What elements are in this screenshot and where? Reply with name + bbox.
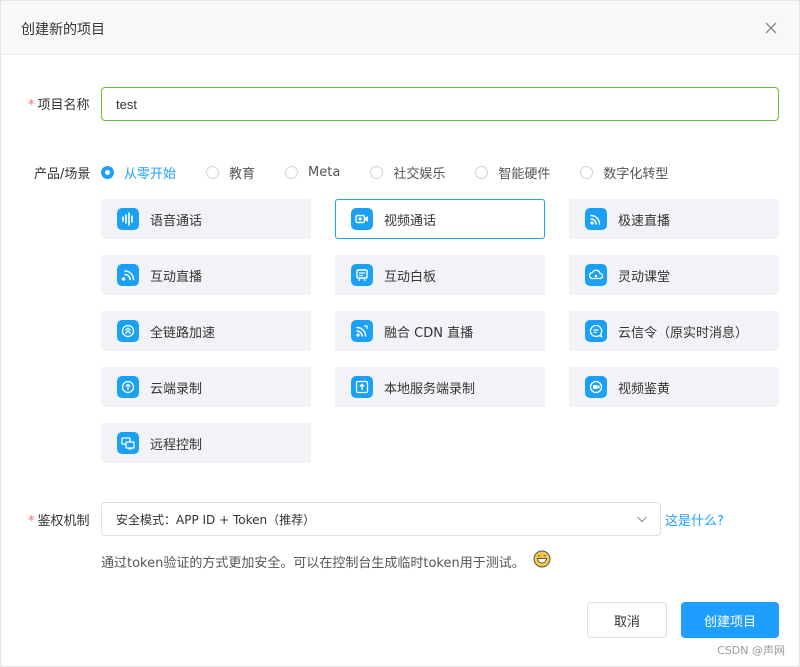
classroom-icon [585, 264, 607, 286]
radio-label: 智能硬件 [498, 166, 551, 182]
product-card-acceleration[interactable]: 全链路加速 [101, 311, 311, 351]
auth-help-link[interactable]: 这是什么? [665, 510, 724, 529]
product-grid: 语音通话 视频通话 极速直播 互动直播 互动白板 灵动课堂 全链路加速 融合 C… [101, 199, 779, 463]
product-card-remote-control[interactable]: 远程控制 [101, 423, 311, 463]
product-card-cloud-record[interactable]: 云端录制 [101, 367, 311, 407]
close-icon[interactable] [761, 18, 781, 38]
cloud-record-icon [117, 376, 139, 398]
radio-dot [580, 165, 594, 179]
product-card-server-record[interactable]: 本地服务端录制 [335, 367, 545, 407]
product-label: 互动白板 [384, 269, 437, 285]
required-mark: * [28, 98, 35, 113]
radio-label: 教育 [229, 166, 256, 182]
acceleration-icon [117, 320, 139, 342]
cdn-live-icon [351, 320, 373, 342]
project-name-input[interactable] [101, 87, 779, 121]
auth-label-text: 鉴权机制 [37, 514, 90, 529]
auth-hint-text: 通过token验证的方式更加安全。可以在控制台生成临时token用于测试。 [101, 555, 525, 571]
required-mark: * [28, 514, 35, 529]
product-label: 远程控制 [150, 437, 203, 453]
radio-dot [206, 165, 220, 179]
product-label: 云端录制 [150, 381, 203, 397]
dialog-header: 创建新的项目 [1, 1, 799, 55]
radio-dot [101, 165, 114, 179]
product-label: 本地服务端录制 [384, 381, 476, 397]
product-label: 全链路加速 [150, 325, 216, 341]
create-project-button[interactable]: 创建项目 [681, 602, 779, 638]
product-card-fast-live[interactable]: 极速直播 [569, 199, 779, 239]
video-moderation-icon [585, 376, 607, 398]
signaling-message-icon [585, 320, 607, 342]
product-card-interactive-live[interactable]: 互动直播 [101, 255, 311, 295]
auth-mode-select[interactable]: 安全模式：APP ID + Token（推荐） [101, 502, 661, 536]
voice-wave-icon [117, 208, 139, 230]
whiteboard-icon [351, 264, 373, 286]
radio-label: 社交娱乐 [393, 166, 446, 182]
interactive-live-icon [117, 264, 139, 286]
product-card-whiteboard[interactable]: 互动白板 [335, 255, 545, 295]
radio-digital[interactable]: 数字化转型 [580, 163, 668, 182]
product-card-cdn-live[interactable]: 融合 CDN 直播 [335, 311, 545, 351]
product-label: 极速直播 [618, 213, 671, 229]
product-card-video-call[interactable]: 视频通话 [335, 199, 545, 239]
cancel-button[interactable]: 取消 [587, 602, 667, 638]
watermark: CSDN @声网 [717, 644, 785, 657]
smile-emoji-icon [533, 550, 551, 572]
video-camera-icon [351, 208, 373, 230]
live-signal-icon [585, 208, 607, 230]
radio-scratch[interactable]: 从零开始 [101, 163, 176, 182]
radio-dot [475, 165, 489, 179]
product-label: 融合 CDN 直播 [384, 325, 474, 341]
radio-smart-hardware[interactable]: 智能硬件 [475, 163, 550, 182]
auth-mode-value: 安全模式：APP ID + Token（推荐） [116, 512, 316, 527]
product-label: 云信令（原实时消息） [618, 325, 749, 341]
product-label: 视频鉴黄 [618, 381, 671, 397]
radio-meta[interactable]: Meta [285, 165, 340, 180]
project-name-label-text: 项目名称 [37, 98, 90, 113]
auth-hint: 通过token验证的方式更加安全。可以在控制台生成临时token用于测试。 [101, 550, 551, 572]
server-record-icon [351, 376, 373, 398]
product-card-video-moderation[interactable]: 视频鉴黄 [569, 367, 779, 407]
product-card-classroom[interactable]: 灵动课堂 [569, 255, 779, 295]
product-label: 灵动课堂 [618, 269, 671, 285]
radio-dot [285, 165, 299, 179]
project-name-label: * 项目名称 [28, 94, 90, 113]
product-label: 视频通话 [384, 213, 437, 229]
scene-radio-group: 从零开始 教育 Meta 社交娱乐 智能硬件 数字化转型 [101, 161, 698, 183]
radio-dot [370, 165, 384, 179]
scene-label: 产品/场景 [34, 167, 91, 182]
radio-label: 数字化转型 [603, 166, 669, 182]
dialog-title: 创建新的项目 [21, 22, 105, 38]
radio-label: 从零开始 [124, 166, 177, 182]
create-project-dialog: 创建新的项目 *项目名称 产品/场景 从零开始 教育 Meta 社交娱乐 智能硬… [0, 0, 800, 667]
product-label: 语音通话 [150, 213, 203, 229]
radio-social[interactable]: 社交娱乐 [370, 163, 445, 182]
remote-control-icon [117, 432, 139, 454]
product-card-signaling[interactable]: 云信令（原实时消息） [569, 311, 779, 351]
product-card-voice-call[interactable]: 语音通话 [101, 199, 311, 239]
radio-education[interactable]: 教育 [206, 163, 255, 182]
auth-label: * 鉴权机制 [28, 510, 90, 529]
chevron-down-icon [636, 513, 648, 528]
product-label: 互动直播 [150, 269, 203, 285]
radio-label: Meta [308, 164, 341, 180]
